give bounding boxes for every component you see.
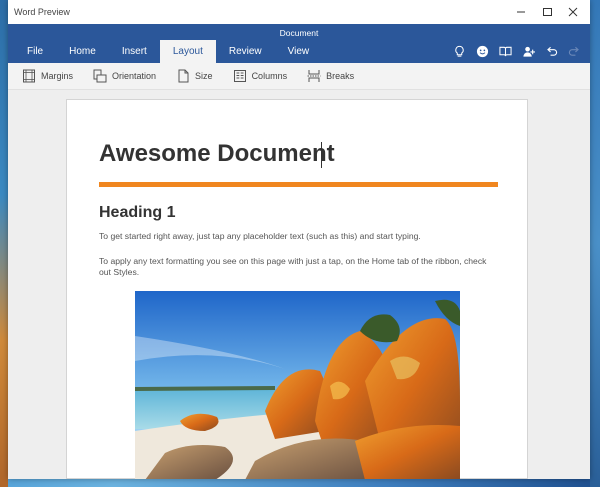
ribbon-tabs: File Home Insert Layout Review View bbox=[14, 40, 322, 63]
orientation-icon bbox=[93, 69, 107, 83]
orientation-label: Orientation bbox=[112, 71, 157, 81]
feedback-button[interactable] bbox=[475, 42, 490, 60]
document-name: Document bbox=[279, 28, 319, 38]
beach-image bbox=[135, 291, 460, 479]
size-label: Size bbox=[195, 71, 213, 81]
app-title: Word Preview bbox=[14, 7, 70, 17]
document-canvas[interactable]: Awesome Document Heading 1 To get starte… bbox=[8, 90, 590, 479]
document-title[interactable]: Awesome Document bbox=[99, 140, 335, 168]
margins-icon bbox=[23, 69, 35, 83]
title-bar[interactable]: Word Preview bbox=[8, 0, 590, 24]
ribbon-header: Document File Home Insert Layout Review … bbox=[8, 24, 590, 63]
tell-me-button[interactable] bbox=[452, 42, 467, 60]
redo-icon bbox=[568, 46, 579, 56]
columns-label: Columns bbox=[251, 71, 288, 81]
maximize-icon bbox=[542, 8, 552, 16]
smiley-icon bbox=[476, 45, 489, 57]
tab-home[interactable]: Home bbox=[56, 40, 109, 63]
text-cursor bbox=[321, 142, 322, 168]
margins-label: Margins bbox=[41, 71, 74, 81]
paragraph-2[interactable]: To apply any text formatting you see on … bbox=[99, 256, 499, 278]
tab-file[interactable]: File bbox=[14, 40, 56, 63]
margins-button[interactable]: Margins bbox=[22, 69, 73, 83]
document-page[interactable]: Awesome Document Heading 1 To get starte… bbox=[66, 99, 528, 479]
book-icon bbox=[499, 46, 512, 56]
share-user-icon bbox=[523, 46, 535, 57]
tab-insert[interactable]: Insert bbox=[109, 40, 160, 63]
undo-button[interactable] bbox=[544, 42, 559, 60]
breaks-label: Breaks bbox=[326, 71, 355, 81]
size-icon bbox=[178, 69, 189, 83]
share-button[interactable] bbox=[521, 42, 536, 60]
close-button[interactable] bbox=[560, 0, 586, 24]
title-underline bbox=[99, 182, 498, 187]
undo-icon bbox=[547, 46, 558, 56]
lightbulb-icon bbox=[455, 45, 464, 57]
breaks-icon bbox=[307, 70, 321, 82]
minimize-icon bbox=[517, 11, 525, 13]
tab-tools bbox=[452, 42, 582, 60]
beach-photo[interactable] bbox=[135, 291, 460, 479]
tab-layout[interactable]: Layout bbox=[159, 40, 216, 63]
paragraph-1[interactable]: To get started right away, just tap any … bbox=[99, 231, 499, 242]
app-window: Word Preview Document File Home Insert L… bbox=[8, 0, 590, 479]
size-button[interactable]: Size bbox=[176, 69, 213, 83]
reading-view-button[interactable] bbox=[498, 42, 513, 60]
heading-1[interactable]: Heading 1 bbox=[99, 204, 175, 222]
orientation-button[interactable]: Orientation bbox=[93, 69, 156, 83]
breaks-button[interactable]: Breaks bbox=[307, 69, 354, 83]
maximize-button[interactable] bbox=[534, 0, 560, 24]
desktop-background-left bbox=[0, 0, 8, 487]
columns-button[interactable]: Columns bbox=[233, 69, 288, 83]
desktop-background-right bbox=[590, 0, 600, 487]
close-icon bbox=[568, 7, 578, 17]
redo-button[interactable] bbox=[567, 42, 582, 60]
columns-icon bbox=[233, 70, 246, 82]
minimize-button[interactable] bbox=[508, 0, 534, 24]
ribbon-commands: Margins Orientation Size Columns Breaks bbox=[8, 63, 590, 90]
tab-review[interactable]: Review bbox=[216, 40, 275, 63]
tab-view[interactable]: View bbox=[275, 40, 323, 63]
